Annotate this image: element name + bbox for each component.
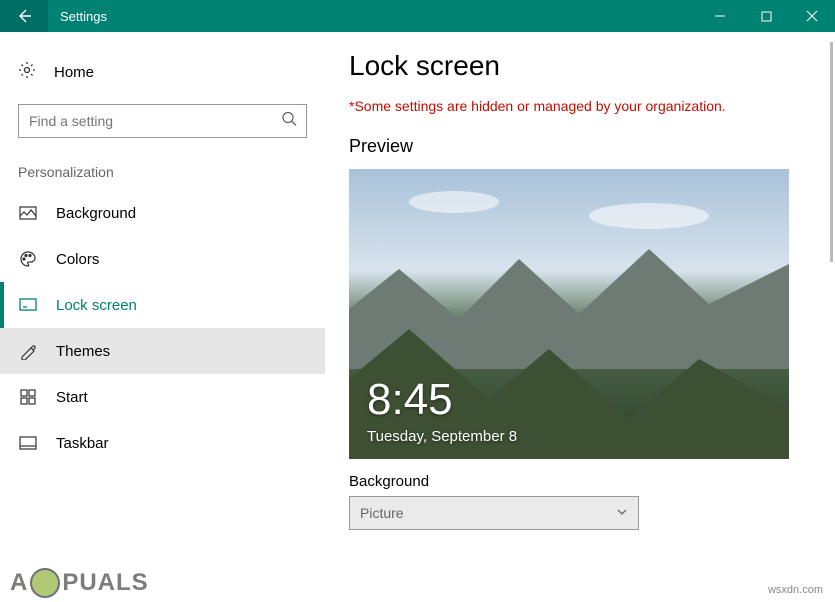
- sidebar: Home Personalization Background Colors: [0, 32, 325, 602]
- home-link[interactable]: Home: [0, 52, 325, 92]
- sidebar-item-lock-screen[interactable]: Lock screen: [0, 282, 325, 328]
- background-field-label: Background: [349, 473, 811, 490]
- cloud-shape: [409, 191, 499, 213]
- watermark-text: PUALS: [62, 569, 148, 597]
- watermark: A PUALS: [10, 568, 149, 598]
- page-title: Lock screen: [349, 50, 811, 82]
- main-pane: Lock screen *Some settings are hidden or…: [325, 32, 835, 602]
- home-label: Home: [54, 64, 94, 81]
- preview-label: Preview: [349, 136, 811, 157]
- close-icon: [806, 10, 818, 22]
- maximize-button[interactable]: [743, 0, 789, 32]
- preview-time: 8:45: [367, 375, 453, 425]
- cloud-shape: [589, 203, 709, 229]
- themes-icon: [18, 342, 38, 360]
- close-button[interactable]: [789, 0, 835, 32]
- credit-text: wsxdn.com: [768, 584, 823, 596]
- sidebar-item-background[interactable]: Background: [0, 190, 325, 236]
- sidebar-item-themes[interactable]: Themes: [0, 328, 325, 374]
- maximize-icon: [761, 11, 772, 22]
- sidebar-item-colors[interactable]: Colors: [0, 236, 325, 282]
- window-title: Settings: [48, 0, 697, 32]
- palette-icon: [18, 250, 38, 268]
- background-select[interactable]: Picture: [349, 496, 639, 530]
- preview-date: Tuesday, September 8: [367, 428, 517, 445]
- lock-screen-preview: 8:45 Tuesday, September 8: [349, 169, 789, 459]
- active-indicator: [0, 282, 4, 328]
- background-select-value: Picture: [360, 505, 404, 521]
- org-warning: *Some settings are hidden or managed by …: [349, 98, 811, 114]
- minimize-icon: [714, 10, 726, 22]
- search-wrap: [18, 104, 307, 138]
- taskbar-icon: [18, 434, 38, 452]
- sidebar-item-taskbar[interactable]: Taskbar: [0, 420, 325, 466]
- search-input[interactable]: [18, 104, 307, 138]
- content-area: Home Personalization Background Colors: [0, 32, 835, 602]
- sidebar-item-label: Taskbar: [56, 435, 109, 452]
- sidebar-item-label: Lock screen: [56, 297, 137, 314]
- watermark-logo: [30, 568, 60, 598]
- chevron-down-icon: [616, 505, 628, 521]
- titlebar: Settings: [0, 0, 835, 32]
- watermark-text: A: [10, 569, 28, 597]
- sidebar-item-start[interactable]: Start: [0, 374, 325, 420]
- start-icon: [18, 388, 38, 406]
- sidebar-item-label: Background: [56, 205, 136, 222]
- lock-screen-icon: [18, 296, 38, 314]
- sidebar-item-label: Themes: [56, 343, 110, 360]
- minimize-button[interactable]: [697, 0, 743, 32]
- scrollbar[interactable]: [830, 42, 833, 262]
- picture-icon: [18, 204, 38, 222]
- sidebar-item-label: Colors: [56, 251, 99, 268]
- group-label: Personalization: [0, 138, 325, 190]
- arrow-left-icon: [15, 7, 33, 25]
- back-button[interactable]: [0, 0, 48, 32]
- sidebar-item-label: Start: [56, 389, 88, 406]
- gear-icon: [18, 61, 36, 83]
